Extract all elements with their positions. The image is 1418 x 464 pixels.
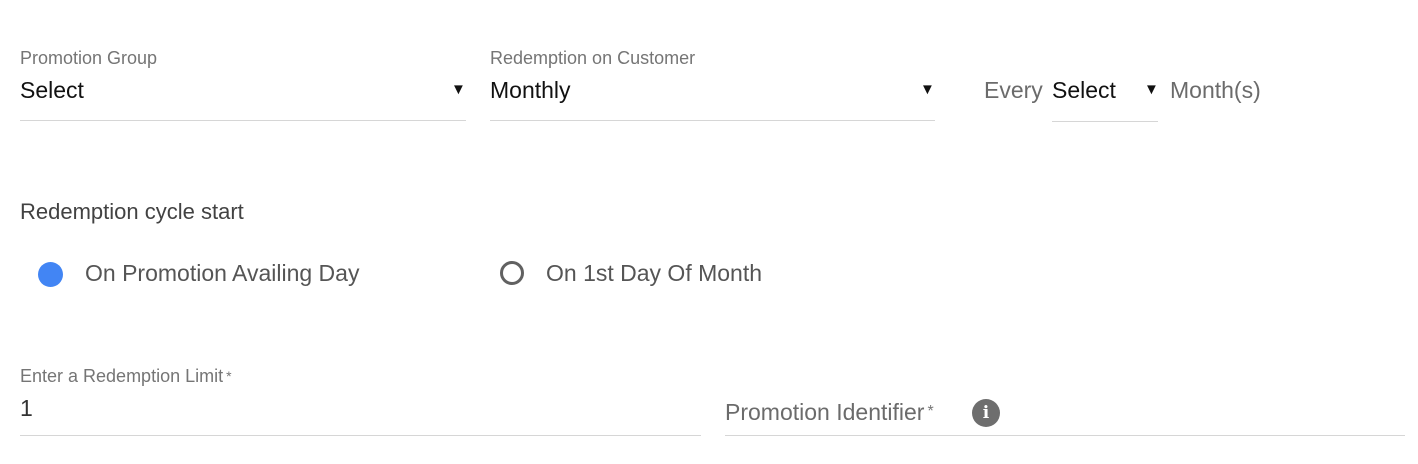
promotion-group-underline <box>20 120 466 121</box>
redemption-on-customer-label: Redemption on Customer <box>490 48 696 68</box>
caret-down-icon[interactable]: ▼ <box>1144 82 1159 98</box>
promotion-identifier-field[interactable]: Promotion Identifier * i <box>725 394 1405 438</box>
redemption-limit-underline <box>20 435 701 436</box>
redemption-limit-input[interactable]: 1 <box>20 394 33 422</box>
redemption-on-customer-field[interactable]: Redemption on Customer Monthly ▼ <box>490 48 935 122</box>
frequency-select[interactable]: Select ▼ <box>1052 74 1159 122</box>
months-label: Month(s) <box>1170 77 1261 103</box>
radio-option-first-day-of-month[interactable]: On 1st Day Of Month <box>500 259 800 289</box>
promotion-identifier-placeholder: Promotion Identifier <box>725 399 925 425</box>
promotion-identifier-input[interactable]: Promotion Identifier * <box>725 398 934 426</box>
redemption-limit-field[interactable]: Enter a Redemption Limit * 1 <box>20 364 701 438</box>
redemption-limit-label: Enter a Redemption Limit * <box>20 366 232 386</box>
promotion-group-field[interactable]: Promotion Group Select ▼ <box>20 48 466 122</box>
radio-label-promotion-availing-day: On Promotion Availing Day <box>85 260 360 286</box>
redemption-on-customer-value[interactable]: Monthly <box>490 76 571 104</box>
caret-down-icon[interactable]: ▼ <box>451 82 466 98</box>
frequency-select-value[interactable]: Select <box>1052 76 1116 104</box>
promotion-group-value[interactable]: Select <box>20 76 84 104</box>
caret-down-icon[interactable]: ▼ <box>920 82 935 98</box>
redemption-cycle-title: Redemption cycle start <box>20 199 244 224</box>
every-label: Every <box>984 77 1043 103</box>
promotion-group-label: Promotion Group <box>20 48 158 68</box>
redemption-limit-label-text: Enter a Redemption Limit <box>20 366 224 386</box>
frequency-select-underline <box>1052 121 1158 122</box>
radio-label-first-day-of-month: On 1st Day Of Month <box>546 260 763 286</box>
radio-unchecked-icon[interactable] <box>500 261 524 285</box>
promotion-identifier-underline <box>725 435 1405 436</box>
required-star: * <box>927 403 934 420</box>
radio-option-promotion-availing-day[interactable]: On Promotion Availing Day <box>38 259 398 289</box>
required-star: * <box>226 368 232 384</box>
info-icon[interactable]: i <box>972 399 1000 427</box>
radio-checked-icon[interactable] <box>38 262 63 287</box>
redemption-on-customer-underline <box>490 120 935 121</box>
